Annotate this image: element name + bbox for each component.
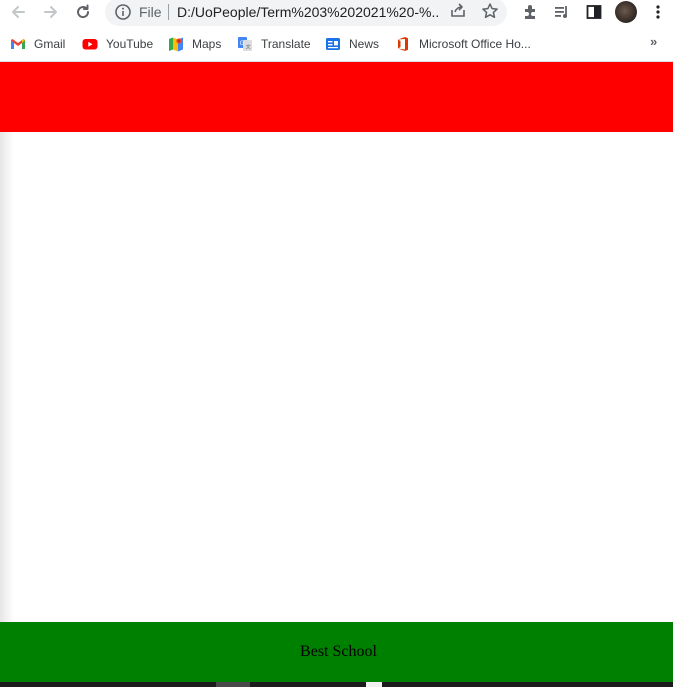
extensions-icon[interactable]	[518, 0, 542, 24]
browser-toolbar: File D:/UoPeople/Term%203%202021%20-%...	[0, 0, 673, 28]
bookmark-maps[interactable]: Maps	[168, 34, 221, 54]
bookmark-office[interactable]: Microsoft Office Ho...	[395, 34, 531, 54]
menu-icon[interactable]	[646, 0, 670, 24]
bookmark-star-icon[interactable]	[481, 2, 499, 25]
side-panel-icon[interactable]	[582, 0, 606, 24]
bookmarks-bar: Gmail YouTube Maps G文 Translate News Mic…	[0, 32, 673, 56]
translate-icon: G文	[237, 36, 253, 52]
office-icon	[395, 36, 411, 52]
bookmark-label: News	[349, 37, 380, 51]
bookmark-label: Translate	[261, 37, 311, 51]
youtube-icon	[82, 36, 98, 52]
bookmark-label: Maps	[192, 37, 222, 51]
address-bar[interactable]: File D:/UoPeople/Term%203%202021%20-%...	[105, 0, 507, 26]
bookmark-youtube[interactable]: YouTube	[82, 34, 153, 54]
taskbar-item[interactable]	[366, 682, 382, 687]
page-viewport: Best School	[0, 62, 673, 682]
reload-icon[interactable]	[71, 0, 95, 24]
profile-avatar[interactable]	[615, 1, 637, 23]
browser-window: File D:/UoPeople/Term%203%202021%20-%...	[0, 0, 673, 687]
scheme-label: File	[139, 4, 162, 20]
bookmark-label: YouTube	[106, 37, 154, 51]
media-control-icon[interactable]	[550, 0, 574, 24]
back-icon[interactable]	[6, 0, 30, 24]
left-edge-shadow	[0, 132, 14, 622]
gmail-icon	[10, 36, 26, 52]
page-footer: Best School	[0, 622, 673, 682]
bookmark-gmail[interactable]: Gmail	[10, 34, 65, 54]
maps-icon	[168, 36, 184, 52]
footer-text: Best School	[300, 643, 377, 660]
url-text[interactable]: D:/UoPeople/Term%203%202021%20-%...	[177, 4, 439, 20]
bookmark-news[interactable]: News	[325, 34, 379, 54]
taskbar-item[interactable]	[216, 682, 250, 687]
news-icon	[325, 36, 341, 52]
forward-icon[interactable]	[39, 0, 63, 24]
share-icon[interactable]	[449, 2, 467, 25]
taskbar-strip	[0, 682, 673, 687]
more-bookmarks-icon[interactable]: »	[650, 34, 657, 49]
omnibox-divider	[168, 4, 169, 20]
svg-text:文: 文	[246, 44, 251, 51]
page-header	[0, 62, 673, 132]
svg-text:G: G	[240, 40, 245, 47]
bookmark-label: Microsoft Office Ho...	[419, 37, 531, 51]
bookmark-label: Gmail	[34, 37, 66, 51]
info-icon[interactable]	[114, 3, 132, 26]
bookmark-translate[interactable]: G文 Translate	[237, 34, 311, 54]
